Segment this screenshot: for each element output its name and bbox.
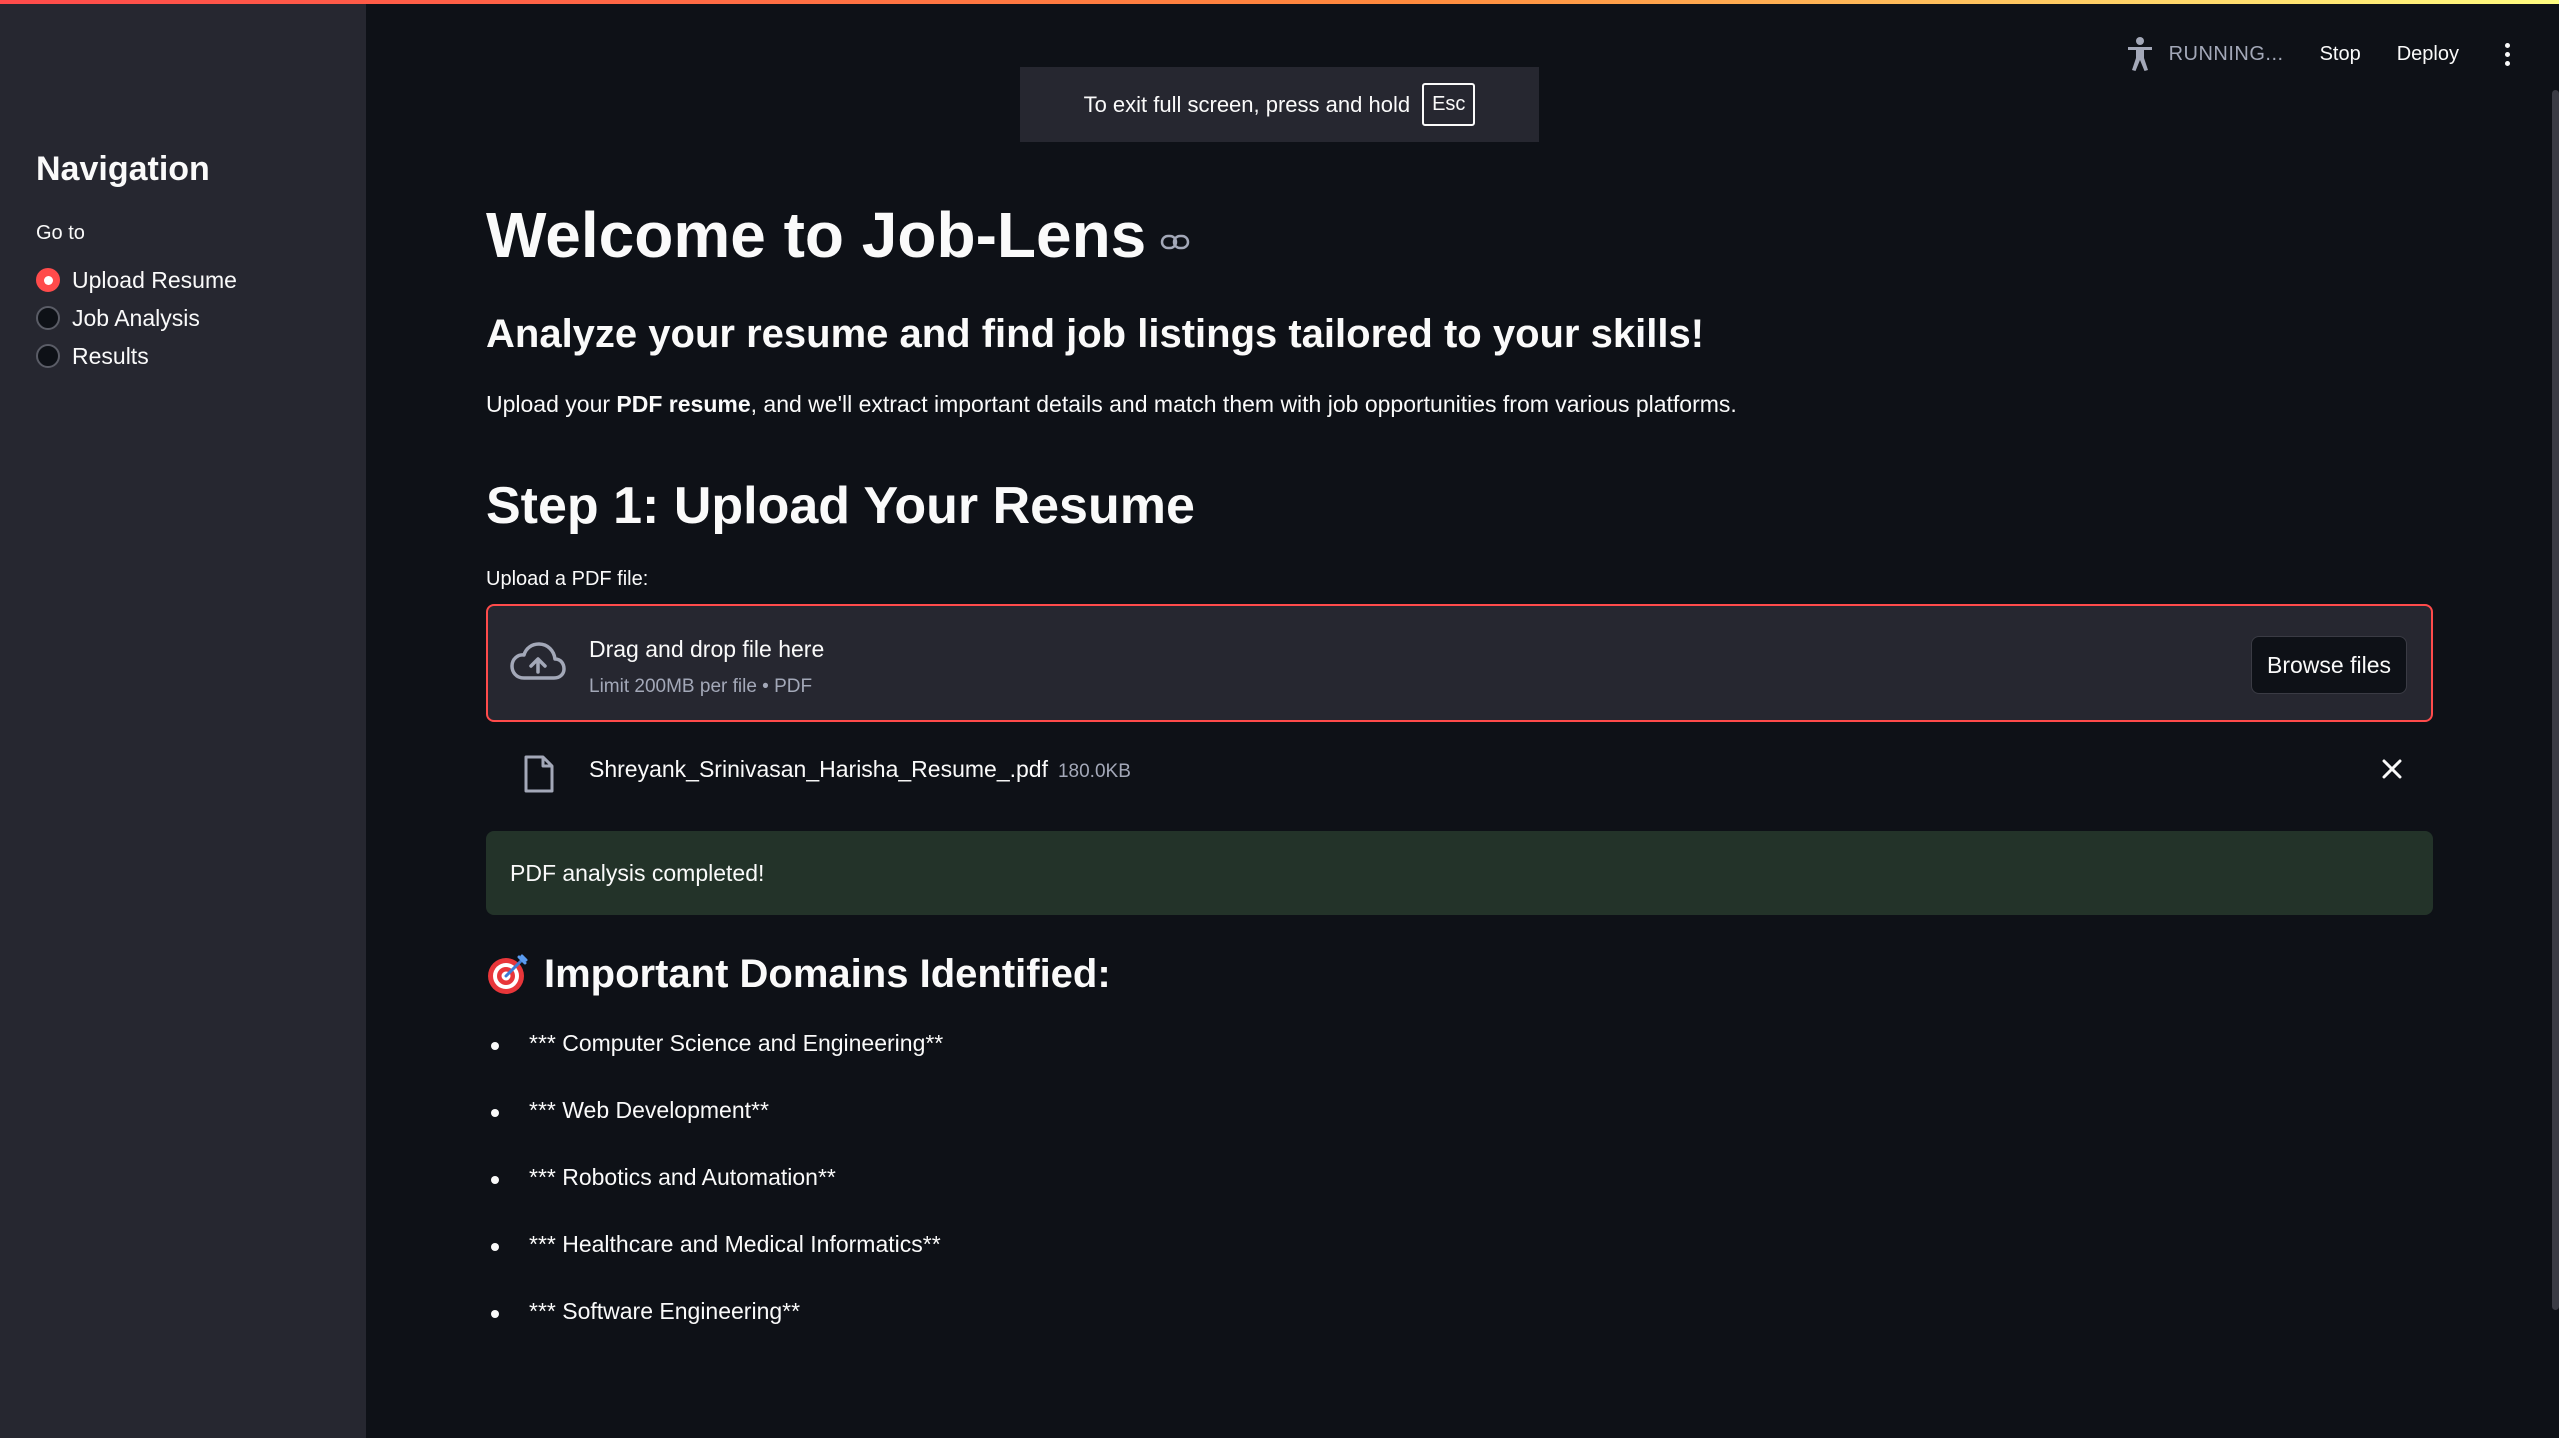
running-status-text: RUNNING... xyxy=(2168,42,2284,65)
radio-button[interactable] xyxy=(36,344,60,368)
browse-files-button[interactable]: Browse files xyxy=(2251,636,2407,694)
main-scrollbar[interactable] xyxy=(2552,90,2559,1310)
stop-button[interactable]: Stop xyxy=(2320,43,2361,66)
file-dropzone[interactable]: Drag and drop file here Limit 200MB per … xyxy=(486,604,2433,722)
link-icon[interactable] xyxy=(1160,233,1190,251)
uploader-label: Upload a PDF file: xyxy=(486,568,649,590)
close-icon[interactable] xyxy=(2379,756,2405,782)
list-item: *** Healthcare and Medical Informatics** xyxy=(486,1231,943,1298)
radio-option-upload-resume[interactable]: Upload Resume xyxy=(36,264,237,296)
cloud-upload-icon xyxy=(510,642,566,680)
list-item: *** Robotics and Automation** xyxy=(486,1164,943,1231)
file-name-text: Shreyank_Srinivasan_Harisha_Resume_.pdf xyxy=(589,756,1048,782)
intro-suffix: , and we'll extract important details an… xyxy=(750,391,1737,417)
page-title: Welcome to Job-Lens xyxy=(486,198,1190,272)
file-size: 180.0KB xyxy=(1057,761,1131,782)
file-icon xyxy=(524,755,554,793)
dropzone-limit-text: Limit 200MB per file • PDF xyxy=(589,676,813,697)
app-toolbar: RUNNING... Stop Deploy xyxy=(2125,34,2519,74)
uploaded-file-name: Shreyank_Srinivasan_Harisha_Resume_.pdf 1… xyxy=(589,756,1131,783)
intro-prefix: Upload your xyxy=(486,391,617,417)
radio-option-job-analysis[interactable]: Job Analysis xyxy=(36,302,200,334)
radio-button-checked[interactable] xyxy=(36,268,60,292)
domains-heading-text: Important Domains Identified: xyxy=(544,952,1111,996)
deploy-button[interactable]: Deploy xyxy=(2397,43,2459,66)
list-item: *** Computer Science and Engineering** xyxy=(486,1030,943,1097)
page-subtitle: Analyze your resume and find job listing… xyxy=(486,312,1705,356)
sidebar-title: Navigation xyxy=(36,150,210,188)
domain-list: *** Computer Science and Engineering** *… xyxy=(486,1030,943,1365)
direct-hit-target-icon xyxy=(488,954,528,994)
list-item: *** Web Development** xyxy=(486,1097,943,1164)
fullscreen-toast-text: To exit full screen, press and hold xyxy=(1083,91,1411,117)
step-heading: Step 1: Upload Your Resume xyxy=(486,477,1195,535)
radio-group-label: Go to xyxy=(36,222,85,244)
radio-option-label: Job Analysis xyxy=(72,304,200,331)
kebab-menu-icon[interactable] xyxy=(2495,39,2519,69)
sidebar: Navigation Go to Upload Resume Job Analy… xyxy=(0,0,366,1438)
radio-option-label: Results xyxy=(72,342,149,369)
intro-text: Upload your PDF resume, and we'll extrac… xyxy=(486,391,1737,418)
domains-heading: Important Domains Identified: xyxy=(486,952,1111,997)
running-man-icon xyxy=(2127,37,2152,71)
radio-button[interactable] xyxy=(36,306,60,330)
radio-option-label: Upload Resume xyxy=(72,266,237,293)
success-alert: PDF analysis completed! xyxy=(486,831,2433,915)
intro-bold: PDF resume xyxy=(616,391,751,417)
running-status: RUNNING... xyxy=(2125,36,2284,72)
esc-key-badge: Esc xyxy=(1422,83,1476,126)
radio-option-results[interactable]: Results xyxy=(36,340,149,372)
fullscreen-exit-toast: To exit full screen, press and hold Esc xyxy=(1020,67,1539,142)
dropzone-title: Drag and drop file here xyxy=(589,636,825,662)
page-title-text: Welcome to Job-Lens xyxy=(486,199,1147,271)
list-item: *** Software Engineering** xyxy=(486,1298,943,1365)
header-decoration-bar xyxy=(0,0,2559,4)
uploaded-file-row: Shreyank_Srinivasan_Harisha_Resume_.pdf 1… xyxy=(486,744,2433,796)
